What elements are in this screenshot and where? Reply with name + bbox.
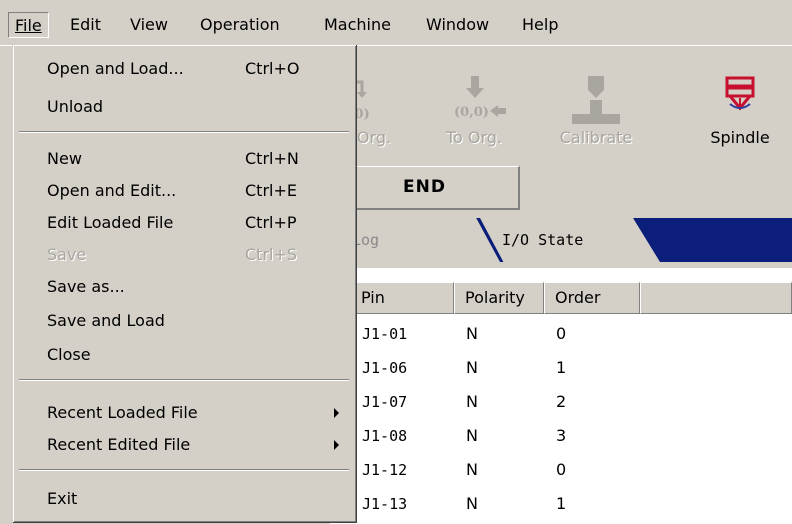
io-state-table: Pin Polarity Order J1-01 N 0 J1-06 N 1 J… — [330, 268, 792, 524]
cell-polarity: N — [466, 392, 478, 411]
menu-item-shortcut: Ctrl+P — [245, 213, 297, 232]
spindle-label: Spindle — [710, 128, 770, 147]
menu-item-label: Recent Edited File — [47, 435, 191, 454]
table-row[interactable]: J1-06 N 1 — [330, 352, 792, 384]
table-row[interactable]: J1-01 N 0 — [330, 318, 792, 350]
menu-window-label: Window — [426, 15, 490, 34]
menu-separator — [19, 469, 349, 471]
menu-item-save-as[interactable]: Save as... — [17, 271, 351, 303]
column-header-empty — [640, 282, 792, 314]
menu-item-shortcut: Ctrl+O — [245, 59, 300, 78]
end-button[interactable]: END — [330, 166, 520, 210]
submenu-arrow-icon — [334, 440, 339, 450]
table-row[interactable]: J1-13 N 1 — [330, 488, 792, 520]
cell-polarity: N — [466, 494, 478, 513]
menu-item-shortcut: Ctrl+S — [245, 245, 298, 264]
cell-order: 1 — [556, 358, 567, 377]
go-to-origin-icon: (0,0) — [424, 76, 524, 126]
menu-item-label: Edit Loaded File — [47, 213, 174, 232]
cell-polarity: N — [466, 460, 478, 479]
spindle-button[interactable]: Spindle — [690, 76, 790, 156]
menu-machine[interactable]: Machine — [318, 12, 397, 38]
calibrate-button[interactable]: Calibrate — [546, 76, 646, 156]
menu-window[interactable]: Window — [420, 12, 495, 38]
tab-io-state[interactable]: I/O State — [480, 218, 660, 262]
menu-item-label: New — [47, 149, 82, 168]
cell-order: 2 — [556, 392, 567, 411]
menu-item-unload[interactable]: Unload — [17, 91, 351, 123]
menu-item-close[interactable]: Close — [17, 339, 351, 371]
table-row[interactable]: J1-08 N 3 — [330, 420, 792, 452]
to-origin-button[interactable]: (0,0) To Org. — [424, 76, 524, 156]
cell-order: 0 — [556, 324, 567, 343]
menu-view-label: View — [130, 15, 168, 34]
menu-item-label: Exit — [47, 489, 78, 508]
menu-item-save: Save Ctrl+S — [17, 239, 351, 271]
menu-item-label: Save and Load — [47, 311, 165, 330]
cell-pin: J1-12 — [362, 461, 408, 479]
menu-separator — [19, 131, 349, 133]
menu-help-label: Help — [522, 15, 559, 34]
menu-item-label: Save — [47, 245, 87, 264]
menu-operation-label: Operation — [200, 15, 280, 34]
menu-item-label: Unload — [47, 97, 104, 116]
cell-pin: J1-06 — [362, 359, 408, 377]
submenu-arrow-icon — [334, 408, 339, 418]
table-row[interactable]: J1-12 N 0 — [330, 454, 792, 486]
cell-order: 3 — [556, 426, 567, 445]
menu-item-recent-edited-file[interactable]: Recent Edited File — [17, 429, 351, 461]
cell-polarity: N — [466, 324, 478, 343]
menu-operation[interactable]: Operation — [194, 12, 286, 38]
menu-item-open-and-edit[interactable]: Open and Edit... Ctrl+E — [17, 175, 351, 207]
menu-item-label: Open and Edit... — [47, 181, 177, 200]
file-menu-dropdown: Open and Load... Ctrl+O Unload New Ctrl+… — [12, 44, 356, 522]
table-header: Pin Polarity Order — [330, 282, 792, 314]
cell-pin: J1-07 — [362, 393, 408, 411]
cell-pin: J1-01 — [362, 325, 408, 343]
menu-item-label: Recent Loaded File — [47, 403, 198, 422]
cell-order: 0 — [556, 460, 567, 479]
menu-item-new[interactable]: New Ctrl+N — [17, 143, 351, 175]
menu-separator — [19, 379, 349, 381]
cell-polarity: N — [466, 358, 478, 377]
menu-item-exit[interactable]: Exit — [17, 483, 351, 515]
to-origin-glyph: (0,0) — [454, 105, 489, 120]
column-header-order[interactable]: Order — [544, 282, 640, 314]
menu-file-label: File — [15, 16, 42, 35]
cell-pin: J1-08 — [362, 427, 408, 445]
cell-pin: J1-13 — [362, 495, 408, 513]
menu-edit[interactable]: Edit — [64, 12, 107, 38]
menu-item-recent-loaded-file[interactable]: Recent Loaded File — [17, 397, 351, 429]
menu-item-label: Open and Load... — [47, 59, 184, 78]
calibrate-icon — [546, 76, 646, 126]
cell-polarity: N — [466, 426, 478, 445]
table-row[interactable]: J1-07 N 2 — [330, 386, 792, 418]
column-header-polarity[interactable]: Polarity — [454, 282, 544, 314]
menu-edit-label: Edit — [70, 15, 101, 34]
menu-item-save-and-load[interactable]: Save and Load — [17, 305, 351, 337]
spindle-icon — [690, 76, 790, 126]
menu-item-label: Close — [47, 345, 91, 364]
menu-view[interactable]: View — [124, 12, 174, 38]
calibrate-label: Calibrate — [559, 128, 633, 147]
menu-machine-label: Machine — [324, 15, 391, 34]
menu-item-shortcut: Ctrl+N — [245, 149, 299, 168]
tab-strip: Log I/O State — [330, 218, 792, 262]
cell-order: 1 — [556, 494, 567, 513]
menu-bar: File Edit View Operation Machine Window … — [0, 0, 792, 46]
menu-item-open-and-load[interactable]: Open and Load... Ctrl+O — [17, 53, 351, 85]
menu-file[interactable]: File — [8, 12, 49, 38]
menu-help[interactable]: Help — [516, 12, 564, 38]
menu-item-shortcut: Ctrl+E — [245, 181, 297, 200]
menu-item-edit-loaded-file[interactable]: Edit Loaded File Ctrl+P — [17, 207, 351, 239]
menu-item-label: Save as... — [47, 277, 125, 296]
to-origin-label: To Org. — [445, 128, 503, 147]
